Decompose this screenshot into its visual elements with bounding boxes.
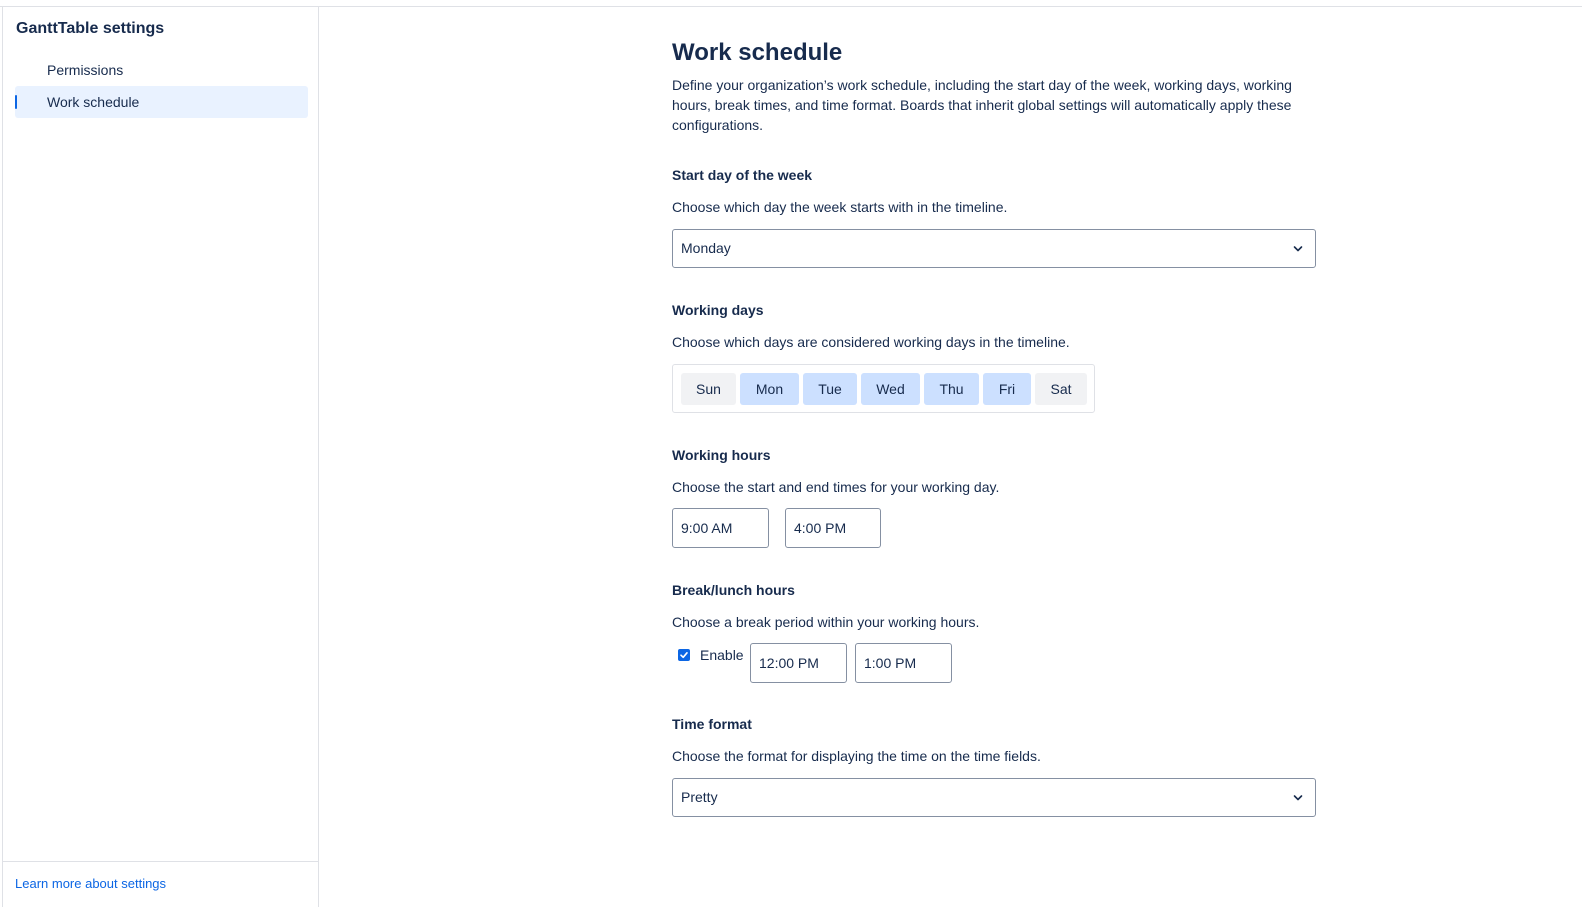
- day-toggle-tue[interactable]: Tue: [803, 373, 857, 405]
- break-start-time-field[interactable]: 12:00 PM: [750, 643, 847, 683]
- start-day-select[interactable]: Monday: [672, 229, 1316, 268]
- working-end-time-field[interactable]: 4:00 PM: [785, 508, 881, 548]
- working-days-title: Working days: [672, 302, 764, 318]
- day-toggle-mon[interactable]: Mon: [740, 373, 799, 405]
- day-toggle-fri[interactable]: Fri: [983, 373, 1031, 405]
- day-toggle-thu[interactable]: Thu: [924, 373, 979, 405]
- start-day-help: Choose which day the week starts with in…: [672, 199, 1008, 215]
- working-hours-help: Choose the start and end times for your …: [672, 479, 1000, 495]
- break-end-time-field[interactable]: 1:00 PM: [855, 643, 952, 683]
- time-format-help: Choose the format for displaying the tim…: [672, 748, 1041, 764]
- page-description: Define your organization’s work schedule…: [672, 77, 1292, 133]
- break-hours-help: Choose a break period within your workin…: [672, 614, 980, 630]
- start-day-title: Start day of the week: [672, 167, 813, 183]
- sidebar-item-permissions[interactable]: Permissions: [15, 54, 308, 86]
- sidebar-item-label: Permissions: [47, 62, 124, 78]
- active-indicator: [15, 95, 17, 109]
- chevron-down-icon: [1293, 246, 1303, 252]
- page-title: Work schedule: [672, 39, 843, 66]
- day-toggle-wed[interactable]: Wed: [861, 373, 920, 405]
- checkmark-icon: [680, 652, 688, 659]
- time-format-value: Pretty: [681, 789, 718, 805]
- learn-more-link[interactable]: Learn more about settings: [15, 876, 166, 891]
- sidebar-item-label: Work schedule: [47, 94, 140, 110]
- sidebar-item-work-schedule[interactable]: Work schedule: [15, 86, 308, 118]
- day-toggle-sat[interactable]: Sat: [1035, 373, 1087, 405]
- working-start-time-field[interactable]: 9:00 AM: [672, 508, 769, 548]
- day-toggle-sun[interactable]: Sun: [681, 373, 736, 405]
- time-format-title: Time format: [672, 716, 752, 732]
- working-days-help: Choose which days are considered working…: [672, 334, 1070, 350]
- chevron-down-icon: [1293, 795, 1303, 801]
- sidebar-title: GanttTable settings: [16, 20, 165, 37]
- break-hours-title: Break/lunch hours: [672, 582, 795, 598]
- start-day-value: Monday: [681, 240, 731, 256]
- sidebar-footer: Learn more about settings: [3, 861, 318, 907]
- settings-sidebar: GanttTable settings Permissions Work sch…: [2, 7, 319, 907]
- main-content: Work schedule Define your organization’s…: [672, 36, 1317, 817]
- time-format-select[interactable]: Pretty: [672, 778, 1316, 817]
- break-enable-label: Enable: [700, 647, 744, 663]
- break-enable-checkbox[interactable]: [678, 649, 690, 661]
- working-days-selector: Sun Mon Tue Wed Thu Fri Sat: [672, 364, 1095, 413]
- working-hours-title: Working hours: [672, 447, 771, 463]
